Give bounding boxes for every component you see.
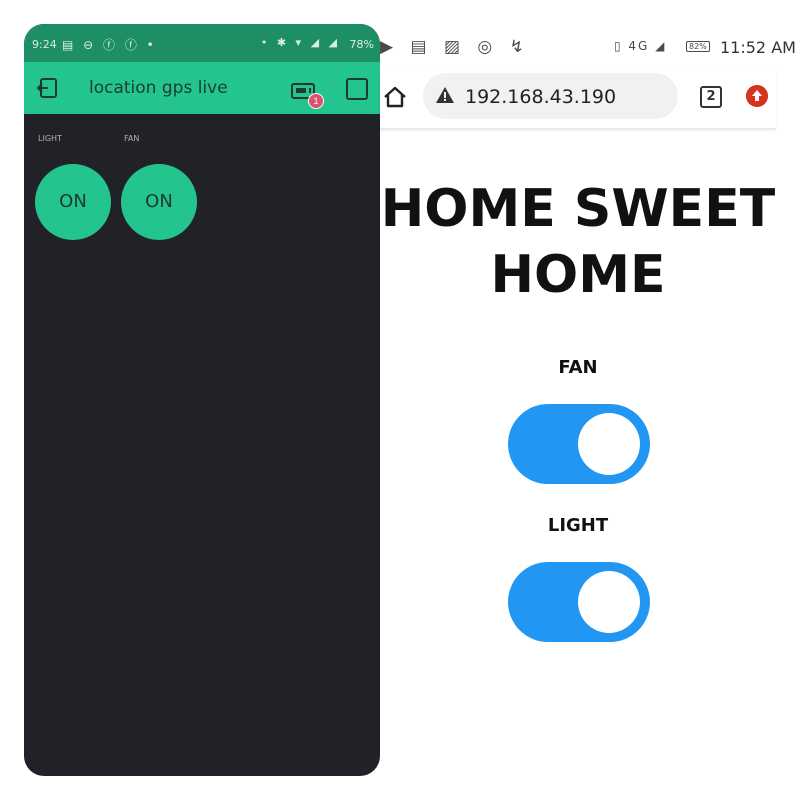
play-stop-button[interactable]: [346, 78, 368, 100]
fan-on-button[interactable]: ON: [121, 164, 197, 240]
app-bar: location gps live 1: [24, 62, 380, 114]
battery-level: 82%: [686, 41, 710, 52]
warning-icon: [436, 87, 454, 103]
signal-icons: ▯ 4G ◢: [614, 39, 667, 53]
fan-label: FAN: [558, 357, 598, 378]
notification-icons: ▤ ⊖ ⓕ ⓕ •: [62, 38, 157, 52]
light-toggle[interactable]: [508, 562, 650, 642]
browser-status-bar: ▶ ▤ ▨ ◎ ↯ ▯ 4G ◢ 82% 11:52 AM: [380, 24, 800, 70]
address-bar[interactable]: 192.168.43.190: [423, 73, 678, 119]
fan-toggle[interactable]: [508, 404, 650, 484]
home-icon[interactable]: [382, 84, 408, 110]
status-time: 11:52 AM: [720, 38, 796, 57]
battery-level: 78%: [349, 38, 374, 51]
signal-icons: • ✱ ▾ ◢ ◢: [260, 36, 340, 49]
toggle-knob: [578, 571, 640, 633]
notification-badge: 1: [308, 93, 324, 109]
url-text: 192.168.43.190: [465, 86, 617, 108]
android-status-bar: 9:24 ▤ ⊖ ⓕ ⓕ • • ✱ ▾ ◢ ◢ 78%: [24, 24, 380, 62]
app-title: location gps live: [89, 78, 228, 98]
status-time: 9:24: [32, 38, 57, 51]
light-on-button[interactable]: ON: [35, 164, 111, 240]
page-title: HOME SWEET HOME: [380, 179, 776, 305]
exit-project-icon[interactable]: [36, 76, 60, 100]
browser-toolbar: 192.168.43.190 2: [380, 70, 776, 129]
light-label: LIGHT: [547, 515, 609, 536]
fan-widget-label: FAN: [124, 134, 140, 143]
toggle-knob: [578, 413, 640, 475]
blynk-phone-screen: 9:24 ▤ ⊖ ⓕ ⓕ • • ✱ ▾ ◢ ◢ 78% location gp…: [24, 24, 380, 776]
update-icon[interactable]: [746, 85, 768, 107]
tab-switcher-button[interactable]: 2: [700, 86, 722, 108]
light-widget-label: LIGHT: [38, 134, 62, 143]
notification-icons: ▶ ▤ ▨ ◎ ↯: [380, 37, 530, 57]
